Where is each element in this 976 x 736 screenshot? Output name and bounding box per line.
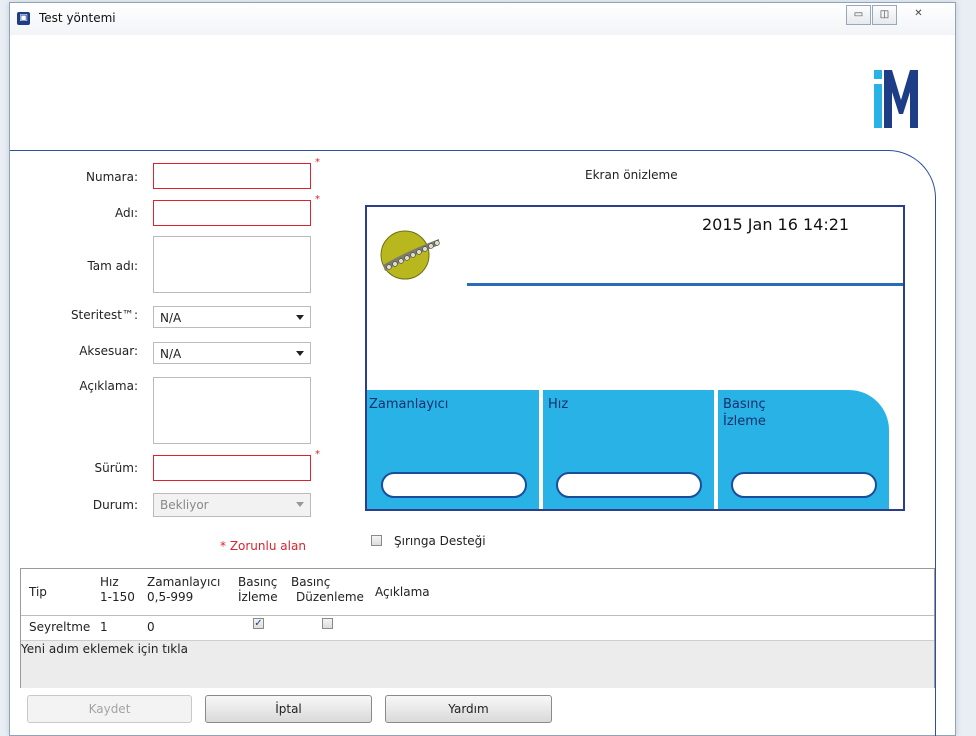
add-step-text: Yeni adım eklemek için tıkla [21,642,188,656]
required-note: * Zorunlu alan [220,539,306,553]
tam-adi-label: Tam adı: [87,259,138,273]
steritest-label: Steritest™: [70,308,138,322]
basinc-duzenleme-checkbox[interactable] [322,618,333,629]
basinc-izleme-checkbox[interactable]: ✓ [253,618,264,629]
tile-label: Hız [548,397,569,412]
tile-hiz: Hız [543,390,714,509]
add-step-row[interactable]: Yeni adım eklemek için tıkla [21,640,934,688]
aksesuar-label: Aksesuar: [79,344,138,358]
tile-label-line: İzleme [723,414,766,429]
tile-label-line: Basınç [723,397,766,412]
tile-label: Basınç İzleme [723,396,766,430]
tam-adi-input[interactable] [153,236,311,293]
tile-value-field [381,472,527,498]
durum-value: Bekliyor [160,498,209,512]
close-icon: ✕ [914,8,923,19]
maximize-button[interactable]: ◫ [872,5,897,25]
col-header-zamanlayici: Zamanlayıcı 0,5-999 [147,575,220,605]
required-star: * [315,449,320,460]
steps-grid: Tip Hız 1-150 Zamanlayıcı 0,5-999 Basınç… [20,568,935,688]
preview-divider [467,283,903,286]
col-header-text: Hız [100,575,119,589]
syringe-support-checkbox[interactable] [371,535,382,546]
syringe-support-label: Şırınga Desteği [394,534,486,548]
col-header-aciklama: Açıklama [375,585,430,599]
cell-tip: Seyreltme [29,620,91,634]
logo [874,70,918,128]
grid-header: Tip Hız 1-150 Zamanlayıcı 0,5-999 Basınç… [21,569,934,616]
aciklama-label: Açıklama: [79,379,138,393]
tile-label: Zamanlayıcı [369,397,449,412]
preview-datetime: 2015 Jan 16 14:21 [702,215,850,234]
cell-hiz: 1 [100,620,108,634]
adi-label: Adı: [115,206,138,220]
col-header-text: Zamanlayıcı [147,575,221,589]
adi-input[interactable] [153,200,311,226]
tile-value-field [731,472,877,498]
tile-value-field [556,472,702,498]
minimize-button[interactable]: ▭ [846,5,871,25]
filter-unit-icon [380,230,440,280]
col-header-text: Düzenleme [296,590,364,604]
aksesuar-value: N/A [160,347,182,361]
preview-title: Ekran önizleme [585,168,678,182]
surum-input[interactable] [153,455,311,481]
col-header-basinc-izleme: Basınç İzleme [238,575,278,605]
maximize-icon: ◫ [879,9,890,20]
numara-input[interactable] [153,163,311,189]
minimize-icon: ▭ [853,9,864,20]
col-header-text: Basınç [238,575,278,589]
screen-preview: 2015 Jan 16 14:21 Zamanlayıcı Hız Basınç… [365,205,905,511]
chevron-down-icon [296,502,304,507]
window: ▣ Test yöntemi ▭ ◫ ✕ Numara: * Adı: * Ta… [9,2,956,736]
aksesuar-select[interactable]: N/A [153,342,311,364]
chevron-down-icon [296,351,304,356]
col-header-tip: Tip [29,585,47,599]
durum-select[interactable]: Bekliyor [153,493,311,517]
cell-zamanlayici: 0 [147,620,155,634]
app-icon: ▣ [17,12,30,25]
cancel-button[interactable]: İptal [205,695,372,723]
col-header-text: 0,5-999 [147,590,194,604]
aciklama-input[interactable] [153,377,311,444]
col-header-text: İzleme [238,590,278,604]
steritest-select[interactable]: N/A [153,306,311,328]
col-header-text: Basınç [291,575,331,589]
required-star: * [315,194,320,205]
chevron-down-icon [296,315,304,320]
surum-label: Sürüm: [94,461,139,475]
tile-zamanlayici: Zamanlayıcı [367,390,539,509]
title-bar: ▣ Test yöntemi ▭ ◫ ✕ [10,3,955,35]
durum-label: Durum: [92,498,138,512]
help-button[interactable]: Yardım [385,695,552,723]
numara-label: Numara: [86,170,138,184]
close-button[interactable]: ✕ [898,5,939,25]
window-title: Test yöntemi [39,11,116,25]
col-header-text: 1-150 [100,590,135,604]
col-header-hiz: Hız 1-150 [100,575,135,605]
save-button[interactable]: Kaydet [27,695,192,723]
steritest-value: N/A [160,311,182,325]
col-header-basinc-duzenleme: Basınç Düzenleme [291,575,364,605]
tile-basinc-izleme: Basınç İzleme [718,390,889,509]
table-row[interactable]: Seyreltme 1 0 ✓ [21,617,934,637]
required-star: * [315,157,320,168]
